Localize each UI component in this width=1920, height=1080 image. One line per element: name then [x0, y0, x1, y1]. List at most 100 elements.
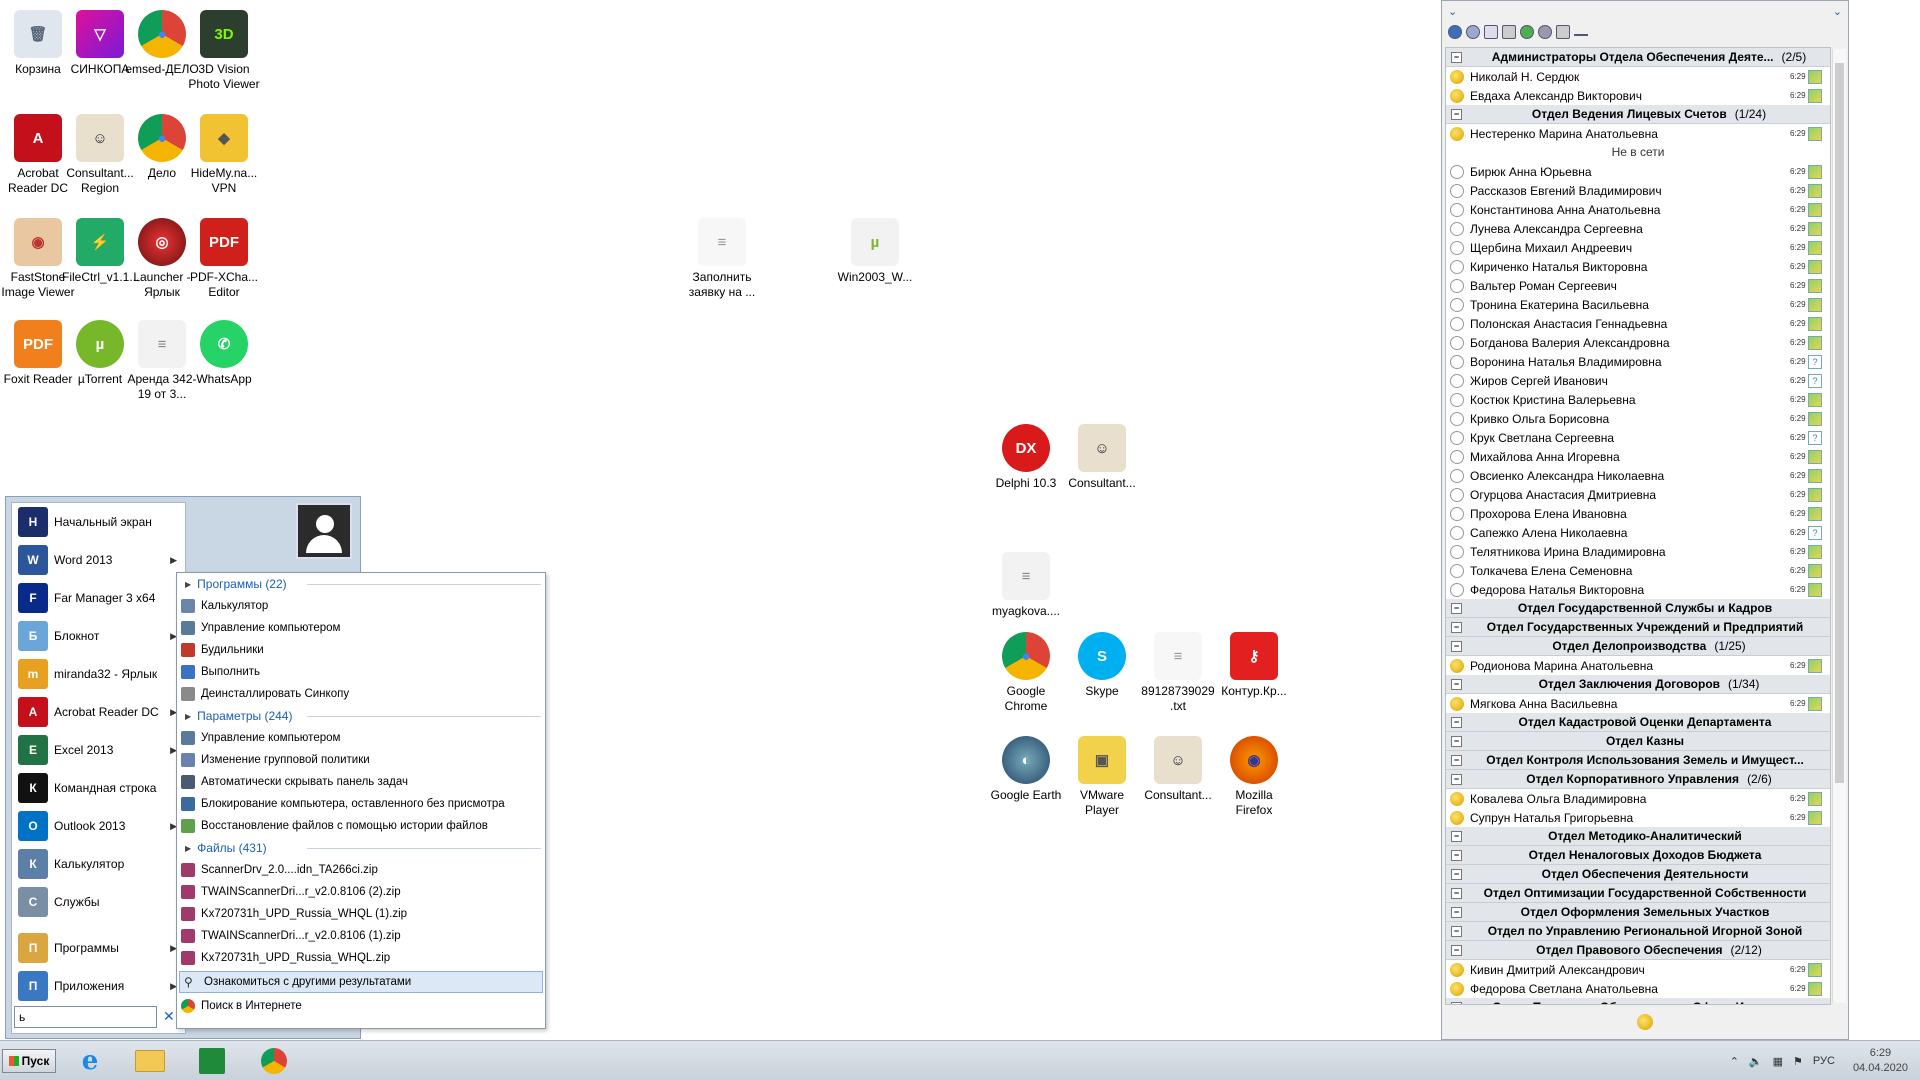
user-avatar[interactable] [296, 503, 352, 559]
collapse-icon[interactable]: − [1451, 830, 1462, 842]
contact-row[interactable]: Рассказов Евгений Владимирович 6:29 [1446, 181, 1830, 200]
collapse-icon[interactable]: − [1451, 906, 1462, 918]
chevron-down-icon[interactable]: ⌄ [1448, 5, 1457, 18]
contact-row[interactable]: Сапежко Алена Николаевна 6:29? [1446, 523, 1830, 542]
contact-row[interactable]: Николай Н. Сердюк 6:29 [1446, 67, 1830, 86]
language-indicator[interactable]: РУС [1813, 1055, 1835, 1067]
contact-row[interactable]: Воронина Наталья Владимировна 6:29? [1446, 352, 1830, 371]
contact-group[interactable]: − Отдел Делопроизводства (1/25) [1446, 637, 1830, 656]
contact-row[interactable]: Кириченко Наталья Викторовна 6:29 [1446, 257, 1830, 276]
search-result-item[interactable]: Управление компьютером [177, 617, 545, 639]
minimize-icon[interactable] [1574, 28, 1588, 36]
start-menu-item[interactable]: К Калькулятор [12, 845, 185, 883]
desktop-icon-pdf-xchange[interactable]: PDF PDF-XCha... Editor [186, 218, 262, 300]
start-menu-item[interactable]: m miranda32 - Ярлык [12, 655, 185, 693]
settings-icon[interactable] [1538, 25, 1552, 39]
start-menu-item[interactable]: Б Блокнот ▶ [12, 617, 185, 655]
collapse-icon[interactable]: − [1451, 849, 1462, 861]
contact-row[interactable]: Кривко Ольга Борисовна 6:29 [1446, 409, 1830, 428]
collapse-icon[interactable]: − [1451, 108, 1462, 120]
results-group-settings[interactable]: ▶ Параметры (244) [177, 705, 545, 727]
contact-row[interactable]: Супрун Наталья Григорьевна 6:29 [1446, 808, 1830, 827]
start-menu-item[interactable]: П Программы ▶ [12, 929, 185, 967]
contact-group[interactable]: − Отдел Контроля Использования Земель и И… [1446, 751, 1830, 770]
contact-group[interactable]: − Отдел Казны [1446, 732, 1830, 751]
desktop-icon-text-file[interactable]: ≡ Заполнить заявку на ... [684, 218, 760, 300]
contact-row[interactable]: Константинова Анна Анатольевна 6:29 [1446, 200, 1830, 219]
search-result-item[interactable]: Восстановление файлов с помощью истории … [177, 815, 545, 837]
desktop-icon-google-earth[interactable]: ◐ Google Earth [988, 736, 1064, 803]
results-group-files[interactable]: ▶ Файлы (431) [177, 837, 545, 859]
status-bar[interactable] [1442, 1014, 1848, 1033]
start-menu-item[interactable]: Н Начальный экран [12, 503, 185, 541]
results-group-programs[interactable]: ▶ Программы (22) [177, 573, 545, 595]
action-center-icon[interactable]: ⚑ [1793, 1055, 1803, 1068]
search-result-item[interactable]: Калькулятор [177, 595, 545, 617]
search-result-item[interactable]: TWAINScannerDri...r_v2.0.8106 (1).zip [177, 925, 545, 947]
search-icon[interactable] [1466, 25, 1480, 39]
collapse-icon[interactable]: − [1451, 602, 1462, 614]
desktop-icon-3d-vision[interactable]: 3D 3D Vision Photo Viewer [186, 10, 262, 92]
search-result-item[interactable]: Блокирование компьютера, оставленного бе… [177, 793, 545, 815]
desktop-icon-consultant[interactable]: ☺ Consultant... [1064, 424, 1140, 491]
contact-row[interactable]: Евдаха Александр Викторович 6:29 [1446, 86, 1830, 105]
internet-explorer-taskbar-button[interactable]: e [68, 1045, 112, 1077]
contact-row[interactable]: Родионова Марина Анатольевна 6:29 [1446, 656, 1830, 675]
desktop-icon-vpn[interactable]: ◆ HideMy.na... VPN [186, 114, 262, 196]
contact-group[interactable]: − Отдел Оформления Земельных Участков [1446, 903, 1830, 922]
contact-row[interactable]: Богданова Валерия Александровна 6:29 [1446, 333, 1830, 352]
volume-icon[interactable]: 🔈 [1749, 1055, 1763, 1068]
contact-row[interactable]: Жиров Сергей Иванович 6:29? [1446, 371, 1830, 390]
search-result-item[interactable]: Kx720731h_UPD_Russia_WHQL (1).zip [177, 903, 545, 925]
collapse-icon[interactable]: − [1451, 925, 1462, 937]
contact-row[interactable]: Федорова Наталья Викторовна 6:29 [1446, 580, 1830, 599]
contact-group[interactable]: − Отдел Ведения Лицевых Счетов (1/24) [1446, 105, 1830, 124]
desktop-icon-consultant[interactable]: ☺ Consultant... [1140, 736, 1216, 803]
contact-row[interactable]: Федорова Светлана Анатольевна 6:29 [1446, 979, 1830, 998]
list-icon[interactable] [1502, 25, 1516, 39]
desktop-icon-kontur[interactable]: ⚷ Контур.Кр... [1216, 632, 1292, 699]
contact-row[interactable]: Костюк Кристина Валерьевна 6:29 [1446, 390, 1830, 409]
start-button[interactable]: Пуск [2, 1049, 56, 1073]
chrome-taskbar-button[interactable] [252, 1045, 296, 1077]
store-taskbar-button[interactable] [190, 1045, 234, 1077]
contact-row[interactable]: Толкачева Елена Семеновна 6:29 [1446, 561, 1830, 580]
contact-group[interactable]: − Отдел по Управлению Региональной Игорно… [1446, 922, 1830, 941]
collapse-icon[interactable]: − [1451, 887, 1462, 899]
desktop-icon-skype[interactable]: S Skype [1064, 632, 1140, 699]
contact-list-scrollbar[interactable] [1832, 49, 1846, 1003]
contact-row[interactable]: Михайлова Анна Игоревна 6:29 [1446, 447, 1830, 466]
desktop-icon-whatsapp[interactable]: ✆ WhatsApp [186, 320, 262, 387]
collapse-icon[interactable]: − [1451, 754, 1462, 766]
contact-group[interactable]: − Отдел Правового Обеспечения в Сфере Иму… [1446, 998, 1830, 1004]
contact-row[interactable]: Огурцова Анастасия Дмитриевна 6:29 [1446, 485, 1830, 504]
collapse-icon[interactable]: − [1451, 678, 1462, 690]
contact-group[interactable]: − Отдел Государственных Учреждений и Пред… [1446, 618, 1830, 637]
contact-row[interactable]: Полонская Анастасия Геннадьевна 6:29 [1446, 314, 1830, 333]
desktop-icon-firefox[interactable]: ◉ Mozilla Firefox [1216, 736, 1292, 818]
search-result-item[interactable]: Автоматически скрывать панель задач [177, 771, 545, 793]
contact-row[interactable]: Вальтер Роман Сергеевич 6:29 [1446, 276, 1830, 295]
desktop-icon-vmware[interactable]: ▣ VMware Player [1064, 736, 1140, 818]
show-hidden-icons-icon[interactable]: ⌃ [1730, 1055, 1739, 1068]
search-result-item[interactable]: Деинсталлировать Синкопу [177, 683, 545, 705]
collapse-icon[interactable]: − [1451, 735, 1462, 747]
search-result-item[interactable]: Выполнить [177, 661, 545, 683]
options-icon[interactable] [1484, 25, 1498, 39]
contact-row[interactable]: Овсиенко Александра Николаевна 6:29 [1446, 466, 1830, 485]
start-menu-item[interactable]: A Acrobat Reader DC ▶ [12, 693, 185, 731]
contact-group[interactable]: − Отдел Заключения Договоров (1/34) [1446, 675, 1830, 694]
contact-row[interactable]: Лунева Александра Сергеевна 6:29 [1446, 219, 1830, 238]
more-results-link[interactable]: ⚲ Ознакомиться с другими результатами [179, 971, 543, 993]
sound-icon[interactable] [1556, 25, 1570, 39]
contact-row[interactable]: Нестеренко Марина Анатольевна 6:29 [1446, 124, 1830, 143]
contact-row[interactable]: Крук Светлана Сергеевна 6:29? [1446, 428, 1830, 447]
main-menu-icon[interactable] [1448, 25, 1462, 39]
desktop-icon-document[interactable]: ≡ myagkova.... [988, 552, 1064, 619]
start-menu-item[interactable]: К Командная строка [12, 769, 185, 807]
collapse-icon[interactable]: − [1451, 868, 1462, 880]
search-result-item[interactable]: Изменение групповой политики [177, 749, 545, 771]
contact-row[interactable]: Тронина Екатерина Васильевна 6:29 [1446, 295, 1830, 314]
collapse-icon[interactable]: − [1451, 640, 1462, 652]
chevron-down-icon[interactable]: ⌄ [1833, 5, 1842, 18]
